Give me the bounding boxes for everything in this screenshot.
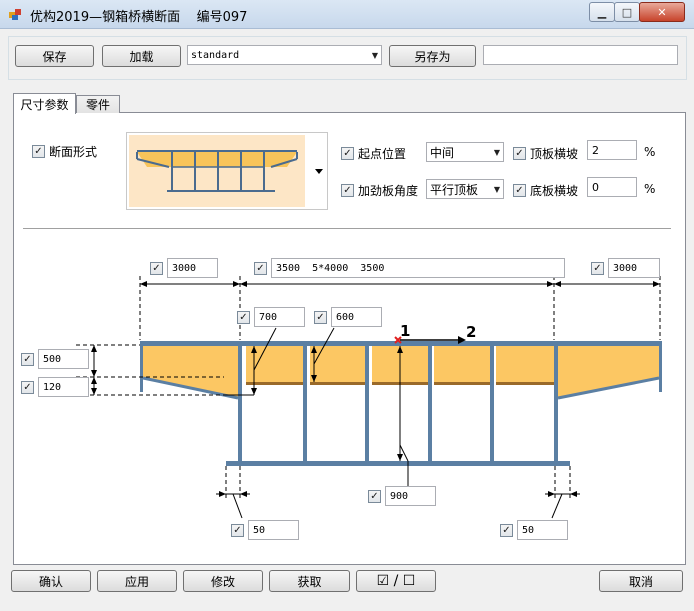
- depth-120-input[interactable]: 120: [38, 377, 89, 397]
- section-form-select[interactable]: [126, 132, 328, 210]
- tab-dimension-params[interactable]: 尺寸参数: [13, 93, 76, 114]
- bottom-slope-input[interactable]: 0: [587, 177, 637, 197]
- start-position-value: 中间: [430, 145, 455, 160]
- load-button[interactable]: 加载: [102, 45, 181, 67]
- stiffener-angle-value: 平行顶板: [430, 182, 479, 197]
- web-offset-checkbox[interactable]: ✓: [237, 311, 250, 324]
- top-slope-checkbox[interactable]: ✓: [513, 147, 526, 160]
- separator: [23, 228, 671, 229]
- left-edge-input[interactable]: 50: [248, 520, 299, 540]
- cell-width-checkbox[interactable]: ✓: [314, 311, 327, 324]
- bottom-gap-checkbox[interactable]: ✓: [368, 490, 381, 503]
- maximize-icon: □: [621, 5, 633, 19]
- bottom-slope-label: 底板横坡: [530, 184, 579, 198]
- save-button[interactable]: 保存: [15, 45, 94, 67]
- bottom-gap-input[interactable]: 900: [385, 486, 436, 506]
- modify-button[interactable]: 修改: [183, 570, 263, 592]
- tab-parts[interactable]: 零件: [76, 95, 120, 113]
- apply-button[interactable]: 应用: [97, 570, 177, 592]
- minimize-button[interactable]: ▁: [589, 2, 615, 22]
- depth-500-checkbox[interactable]: ✓: [21, 353, 34, 366]
- close-icon: ✕: [657, 5, 667, 19]
- right-edge-checkbox[interactable]: ✓: [500, 524, 513, 537]
- stiffener-angle-label: 加劲板角度: [358, 184, 419, 198]
- top-slope-input[interactable]: 2: [587, 140, 637, 160]
- stiffener-angle-checkbox[interactable]: ✓: [341, 184, 354, 197]
- template-select[interactable]: standard ▼: [187, 45, 382, 65]
- section-form-label: 断面形式: [49, 145, 98, 159]
- spans-checkbox[interactable]: ✓: [254, 262, 267, 275]
- window-title: 优构2019—钢箱桥横断面 编号097: [30, 10, 248, 25]
- toggle-all-checkboxes-button[interactable]: ☑ / ☐: [356, 570, 436, 592]
- start-position-checkbox[interactable]: ✓: [341, 147, 354, 160]
- top-slope-unit: %: [644, 145, 656, 159]
- depth-500-input[interactable]: 500: [38, 349, 89, 369]
- template-select-value: standard: [191, 49, 240, 61]
- maximize-button[interactable]: □: [614, 2, 640, 22]
- save-as-name-input[interactable]: [483, 45, 678, 65]
- chevron-down-icon: ▼: [371, 50, 378, 60]
- fetch-button[interactable]: 获取: [269, 570, 350, 592]
- depth-120-checkbox[interactable]: ✓: [21, 381, 34, 394]
- cross-section-diagram: 1 2: [76, 276, 662, 519]
- web-offset-input[interactable]: 700: [254, 307, 305, 327]
- cancel-button[interactable]: 取消: [599, 570, 683, 592]
- cell-width-input[interactable]: 600: [331, 307, 382, 327]
- right-overhang-input[interactable]: 3000: [608, 258, 660, 278]
- section-preview-image: [129, 135, 323, 207]
- marker-1-label: 1: [400, 322, 410, 340]
- close-button[interactable]: ✕: [639, 2, 685, 22]
- confirm-button[interactable]: 确认: [11, 570, 91, 592]
- left-overhang-checkbox[interactable]: ✓: [150, 262, 163, 275]
- marker-2-label: 2: [466, 323, 476, 341]
- left-overhang-input[interactable]: 3000: [167, 258, 218, 278]
- left-edge-checkbox[interactable]: ✓: [231, 524, 244, 537]
- chevron-down-icon: ▼: [493, 147, 500, 157]
- section-form-checkbox[interactable]: ✓: [32, 145, 45, 158]
- spans-input[interactable]: 3500 5*4000 3500: [271, 258, 565, 278]
- app-icon: [9, 9, 21, 20]
- start-position-select[interactable]: 中间 ▼: [426, 142, 504, 162]
- top-slope-label: 顶板横坡: [530, 147, 579, 161]
- save-as-button[interactable]: 另存为: [389, 45, 476, 67]
- right-overhang-checkbox[interactable]: ✓: [591, 262, 604, 275]
- minimize-icon: ▁: [597, 5, 607, 19]
- right-edge-input[interactable]: 50: [517, 520, 568, 540]
- stiffener-angle-select[interactable]: 平行顶板 ▼: [426, 179, 504, 199]
- start-position-label: 起点位置: [358, 147, 407, 161]
- bottom-slope-unit: %: [644, 182, 656, 196]
- chevron-down-icon: ▼: [493, 184, 500, 194]
- bottom-slope-checkbox[interactable]: ✓: [513, 184, 526, 197]
